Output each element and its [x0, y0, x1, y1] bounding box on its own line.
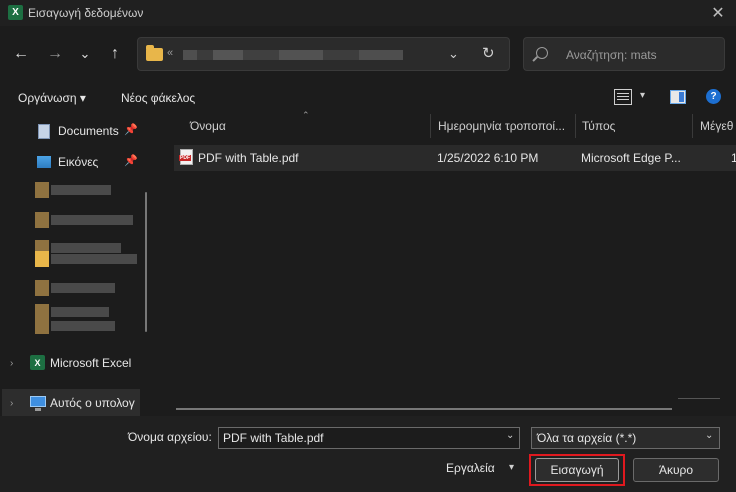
excel-icon: X — [8, 5, 23, 20]
horizontal-scrollbar[interactable] — [176, 408, 672, 410]
sort-ascending-icon: ⌃ — [302, 110, 310, 120]
tools-dropdown-icon[interactable]: ▾ — [509, 462, 514, 473]
close-icon[interactable]: ✕ — [708, 3, 728, 23]
file-type-select[interactable]: Όλα τα αρχεία (*.*) — [531, 427, 720, 449]
help-icon[interactable]: ? — [706, 89, 721, 104]
file-size: 1 — [731, 151, 736, 165]
dialog-footer: Όνομα αρχείου: PDF with Table.pdf ⌄ Όλα … — [0, 416, 736, 492]
forward-arrow-icon[interactable]: → — [44, 43, 66, 65]
sidebar-item-microsoft-excel[interactable]: › X Microsoft Excel — [0, 351, 152, 375]
sidebar-item-label: Αυτός ο υπολογ — [50, 396, 135, 410]
file-modified: 1/25/2022 6:10 PM — [437, 151, 539, 165]
refresh-icon[interactable]: ↻ — [482, 44, 495, 62]
expand-chevron-icon[interactable]: › — [10, 358, 13, 369]
column-header-type[interactable]: Τύπος — [582, 112, 615, 140]
recent-locations-icon[interactable]: ⌄ — [74, 43, 96, 65]
insert-button[interactable]: Εισαγωγή — [535, 458, 619, 482]
address-dropdown-icon[interactable]: ⌄ — [448, 46, 459, 62]
sidebar-item-label: Microsoft Excel — [50, 356, 132, 370]
scrollbar-track — [678, 398, 720, 399]
pdf-file-icon — [179, 149, 193, 165]
column-header-size[interactable]: Μέγεθ — [700, 112, 733, 140]
file-type: Microsoft Edge P... — [581, 151, 681, 165]
excel-icon: X — [30, 355, 45, 370]
back-arrow-icon[interactable]: ← — [10, 43, 32, 65]
file-type-dropdown-icon[interactable]: ⌄ — [705, 430, 713, 441]
tools-button[interactable]: Εργαλεία — [446, 461, 495, 475]
navigation-bar: ← → ⌄ ↑ « ⌄ ↻ Αναζήτηση: mats — [0, 26, 736, 82]
command-bar: Οργάνωση ▾ Νέος φάκελος ▾ ? — [0, 82, 736, 112]
sidebar-item-documents[interactable]: Documents 📌 — [0, 119, 152, 143]
column-divider[interactable] — [692, 114, 693, 138]
search-input[interactable]: Αναζήτηση: mats — [566, 48, 657, 62]
filename-dropdown-icon[interactable]: ⌄ — [506, 430, 514, 441]
up-arrow-icon[interactable]: ↑ — [104, 43, 126, 65]
table-row[interactable]: PDF with Table.pdf 1/25/2022 6:10 PM Mic… — [174, 145, 736, 171]
search-box[interactable]: Αναζήτηση: mats — [523, 37, 725, 71]
window-title: Εισαγωγή δεδομένων — [28, 6, 144, 20]
address-overflow-icon[interactable]: « — [167, 47, 173, 59]
documents-icon — [38, 124, 50, 139]
column-divider[interactable] — [575, 114, 576, 138]
organize-button[interactable]: Οργάνωση ▾ — [18, 91, 86, 105]
expand-chevron-icon[interactable]: › — [10, 398, 13, 409]
redacted-path — [183, 50, 403, 60]
column-header-modified[interactable]: Ημερομηνία τροποποί... — [438, 112, 565, 140]
file-list: ⌃ Όνομα Ημερομηνία τροποποί... Τύπος Μέγ… — [172, 110, 736, 416]
search-icon — [536, 47, 548, 59]
file-name: PDF with Table.pdf — [198, 151, 299, 165]
filename-input[interactable]: PDF with Table.pdf — [218, 427, 520, 449]
pin-icon: 📌 — [124, 124, 138, 136]
view-options-icon[interactable] — [614, 89, 632, 105]
cancel-button[interactable]: Άκυρο — [633, 458, 719, 482]
sidebar-item-label: Documents — [58, 124, 119, 138]
sidebar-item-this-pc[interactable]: › Αυτός ο υπολογ — [0, 391, 152, 415]
sidebar-scrollbar[interactable] — [145, 192, 147, 332]
column-divider[interactable] — [430, 114, 431, 138]
pictures-icon — [37, 156, 51, 168]
pin-icon: 📌 — [124, 155, 138, 167]
filename-label: Όνομα αρχείου: — [128, 430, 212, 444]
navigation-pane: Documents 📌 Εικόνες 📌 › X Microsoft Exce… — [0, 112, 160, 417]
sidebar-item-label: Εικόνες — [58, 155, 99, 169]
view-dropdown-icon[interactable]: ▾ — [640, 90, 645, 101]
pc-icon — [30, 396, 46, 411]
preview-pane-icon[interactable] — [670, 90, 686, 104]
new-folder-button[interactable]: Νέος φάκελος — [121, 91, 195, 105]
address-bar[interactable]: « ⌄ ↻ — [137, 37, 510, 71]
folder-icon — [146, 45, 163, 61]
title-bar: X Εισαγωγή δεδομένων ✕ — [0, 0, 736, 26]
column-header-name[interactable]: Όνομα — [190, 112, 226, 140]
sidebar-item-pictures[interactable]: Εικόνες 📌 — [0, 150, 152, 174]
